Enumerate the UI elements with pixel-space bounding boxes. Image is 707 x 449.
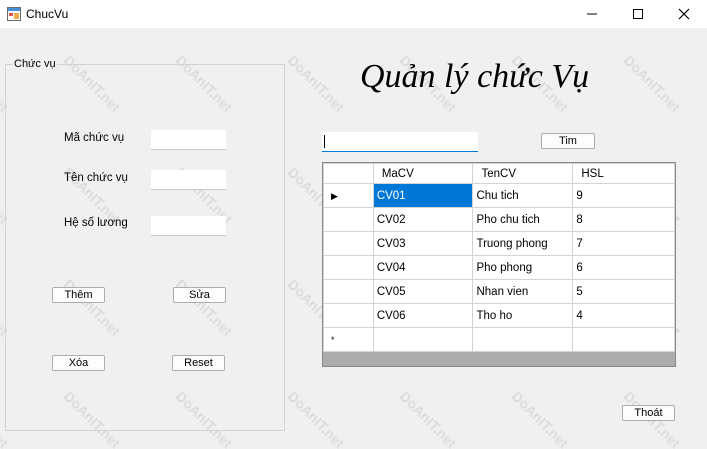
grid-cell-hsl[interactable] bbox=[572, 327, 675, 352]
page-title: Quản lý chức Vụ bbox=[360, 58, 590, 95]
minimize-icon bbox=[587, 13, 597, 15]
close-button[interactable] bbox=[661, 0, 707, 28]
ten-chuc-vu-input[interactable] bbox=[151, 170, 226, 190]
grid-cell-macv[interactable]: CV04 bbox=[372, 255, 474, 280]
table-row[interactable]: CV04 Pho phong 6 bbox=[323, 255, 675, 280]
search-input[interactable] bbox=[322, 132, 478, 152]
grid-cell-macv[interactable] bbox=[372, 327, 474, 352]
column-header-hsl[interactable]: HSL bbox=[572, 163, 675, 184]
maximize-icon bbox=[633, 9, 643, 19]
table-row[interactable]: CV05 Nhan vien 5 bbox=[323, 279, 675, 304]
close-icon bbox=[678, 8, 690, 20]
row-header[interactable] bbox=[323, 207, 374, 232]
chuc-vu-groupbox bbox=[5, 64, 285, 431]
grid-cell-macv[interactable]: CV02 bbox=[372, 207, 474, 232]
he-so-luong-label: Hệ số lương bbox=[64, 217, 128, 229]
grid-cell-macv[interactable]: CV05 bbox=[372, 279, 474, 304]
grid-cell-hsl[interactable]: 8 bbox=[572, 207, 675, 232]
text-caret bbox=[324, 135, 325, 148]
grid-cell-tencv[interactable]: Pho phong bbox=[472, 255, 574, 280]
row-header[interactable]: * bbox=[323, 327, 374, 352]
ten-chuc-vu-label: Tên chức vụ bbox=[64, 172, 128, 184]
maximize-button[interactable] bbox=[615, 0, 661, 28]
grid-cell-tencv[interactable]: Tho ho bbox=[472, 303, 574, 328]
sua-button[interactable]: Sửa bbox=[173, 287, 226, 303]
ma-chuc-vu-input[interactable] bbox=[151, 130, 226, 150]
reset-button[interactable]: Reset bbox=[172, 355, 225, 371]
grid-cell-hsl[interactable]: 7 bbox=[572, 231, 675, 256]
column-header-tencv[interactable]: TenCV bbox=[472, 163, 574, 184]
watermark-text: DoAnIT.net bbox=[396, 388, 460, 449]
column-header-macv[interactable]: MaCV bbox=[372, 163, 474, 184]
grid-corner-header[interactable] bbox=[323, 163, 374, 184]
grid-cell-hsl[interactable]: 6 bbox=[572, 255, 675, 280]
grid-cell-tencv[interactable]: Truong phong bbox=[472, 231, 574, 256]
he-so-luong-input[interactable] bbox=[151, 216, 226, 236]
row-header[interactable] bbox=[323, 231, 374, 256]
row-header[interactable]: ▶ bbox=[323, 183, 374, 208]
grid-cell-macv[interactable]: CV03 bbox=[372, 231, 474, 256]
table-row[interactable]: CV03 Truong phong 7 bbox=[323, 231, 675, 256]
grid-cell-tencv[interactable] bbox=[472, 327, 574, 352]
watermark-text: DoAnIT.net bbox=[284, 52, 348, 116]
window-title: ChucVu bbox=[26, 7, 69, 21]
ma-chuc-vu-label: Mã chức vụ bbox=[64, 132, 125, 144]
grid-cell-hsl[interactable]: 4 bbox=[572, 303, 675, 328]
watermark-text: DoAnIT.net bbox=[508, 388, 572, 449]
form-icon bbox=[7, 7, 21, 21]
groupbox-legend: Chức vụ bbox=[13, 58, 57, 70]
table-row[interactable]: CV06 Tho ho 4 bbox=[323, 303, 675, 328]
table-row[interactable]: ▶ CV01 Chu tich 9 bbox=[323, 183, 675, 208]
grid-cell-tencv[interactable]: Pho chu tich bbox=[472, 207, 574, 232]
grid-header-row: MaCV TenCV HSL bbox=[323, 163, 675, 184]
watermark-text: DoAnIT.net bbox=[620, 52, 684, 116]
watermark-text: DoAnIT.net bbox=[284, 388, 348, 449]
them-button[interactable]: Thêm bbox=[52, 287, 105, 303]
grid-cell-tencv[interactable]: Nhan vien bbox=[472, 279, 574, 304]
new-row-marker-icon: * bbox=[331, 334, 335, 345]
grid-table: MaCV TenCV HSL ▶ CV01 Chu tich 9 CV02 Ph… bbox=[323, 163, 675, 352]
chuc-vu-grid[interactable]: MaCV TenCV HSL ▶ CV01 Chu tich 9 CV02 Ph… bbox=[322, 162, 676, 367]
grid-cell-tencv[interactable]: Chu tich bbox=[472, 183, 574, 208]
grid-cell-macv[interactable]: CV06 bbox=[372, 303, 474, 328]
row-header[interactable] bbox=[323, 303, 374, 328]
current-row-marker-icon: ▶ bbox=[331, 190, 338, 201]
thoat-button[interactable]: Thoát bbox=[622, 405, 675, 421]
row-header[interactable] bbox=[323, 279, 374, 304]
grid-cell-macv[interactable]: CV01 bbox=[372, 183, 474, 208]
row-header[interactable] bbox=[323, 255, 374, 280]
table-row[interactable]: CV02 Pho chu tich 8 bbox=[323, 207, 675, 232]
grid-cell-hsl[interactable]: 5 bbox=[572, 279, 675, 304]
grid-cell-hsl[interactable]: 9 bbox=[572, 183, 675, 208]
xoa-button[interactable]: Xóa bbox=[52, 355, 105, 371]
title-bar: ChucVu bbox=[0, 0, 707, 28]
minimize-button[interactable] bbox=[569, 0, 615, 28]
tim-button[interactable]: Tim bbox=[541, 133, 595, 149]
new-row[interactable]: * bbox=[323, 327, 675, 352]
